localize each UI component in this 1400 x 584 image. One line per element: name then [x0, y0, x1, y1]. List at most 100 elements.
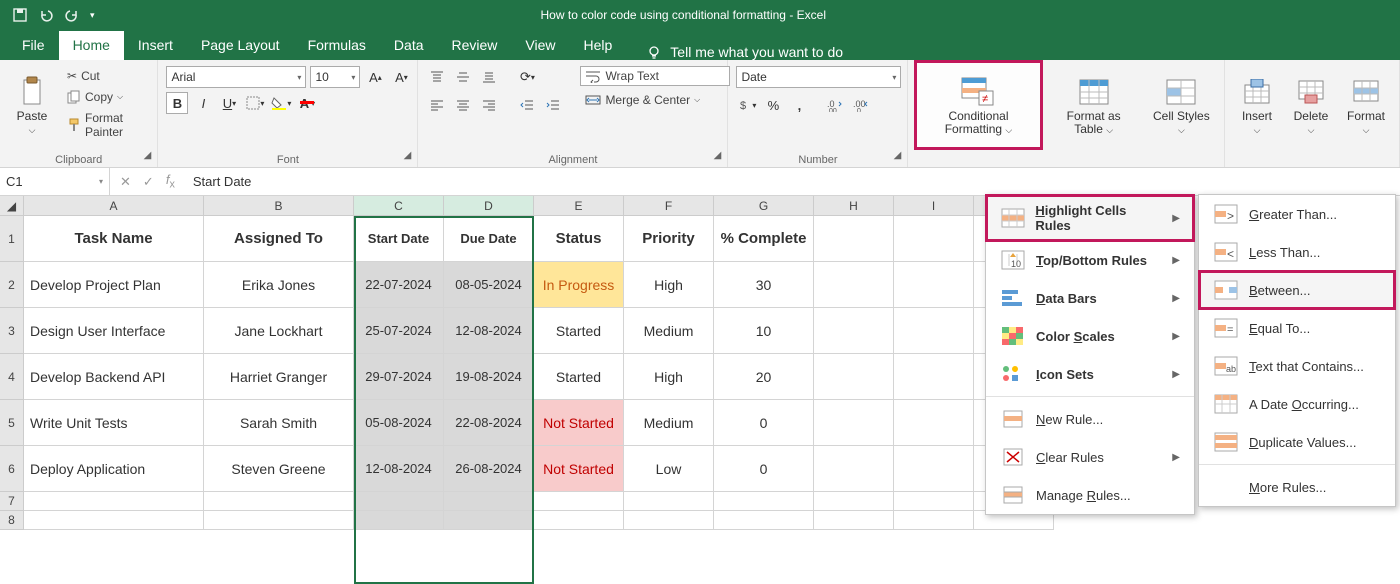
insert-cells-button[interactable]: Insert⌵: [1233, 62, 1281, 148]
menu-greater-than[interactable]: > Greater Than...: [1199, 195, 1395, 233]
cell-F2[interactable]: High: [624, 262, 714, 308]
tab-insert[interactable]: Insert: [124, 31, 187, 60]
tab-view[interactable]: View: [511, 31, 569, 60]
align-top-icon[interactable]: [426, 66, 448, 88]
align-bottom-icon[interactable]: [478, 66, 500, 88]
cell-D3[interactable]: 12-08-2024: [444, 308, 534, 354]
cell-I7[interactable]: [894, 492, 974, 511]
row-header-6[interactable]: 6: [0, 446, 24, 492]
col-header-h[interactable]: H: [814, 196, 894, 216]
cell-C5[interactable]: 05-08-2024: [354, 400, 444, 446]
cell-H5[interactable]: [814, 400, 894, 446]
cell-I4[interactable]: [894, 354, 974, 400]
cell-B8[interactable]: [204, 511, 354, 530]
menu-text-contains[interactable]: ab Text that Contains...: [1199, 347, 1395, 385]
cell-D5[interactable]: 22-08-2024: [444, 400, 534, 446]
cell-A7[interactable]: [24, 492, 204, 511]
align-center-icon[interactable]: [452, 94, 474, 116]
cell-I1[interactable]: [894, 216, 974, 262]
accounting-format-icon[interactable]: $▾: [736, 94, 758, 116]
tell-me[interactable]: Tell me what you want to do: [626, 44, 843, 60]
cell-F7[interactable]: [624, 492, 714, 511]
wrap-text-button[interactable]: Wrap Text: [580, 66, 730, 86]
cell-F4[interactable]: High: [624, 354, 714, 400]
cell-B7[interactable]: [204, 492, 354, 511]
cell-C7[interactable]: [354, 492, 444, 511]
cell-G3[interactable]: 10: [714, 308, 814, 354]
col-header-f[interactable]: F: [624, 196, 714, 216]
cell-F8[interactable]: [624, 511, 714, 530]
cell-A8[interactable]: [24, 511, 204, 530]
menu-more-rules[interactable]: More Rules...: [1199, 468, 1395, 506]
borders-button[interactable]: ▾: [244, 92, 266, 114]
row-header-1[interactable]: 1: [0, 216, 24, 262]
menu-highlight-cells-rules[interactable]: Highlight Cells Rules ▶: [986, 195, 1194, 241]
format-as-table-button[interactable]: Format as Table ⌵: [1047, 62, 1141, 148]
cell-H6[interactable]: [814, 446, 894, 492]
row-header-5[interactable]: 5: [0, 400, 24, 446]
conditional-formatting-button[interactable]: ≠ Conditional Formatting ⌵: [916, 62, 1040, 148]
row-header-2[interactable]: 2: [0, 262, 24, 308]
cell-C8[interactable]: [354, 511, 444, 530]
cell-D4[interactable]: 19-08-2024: [444, 354, 534, 400]
cell-B6[interactable]: Steven Greene: [204, 446, 354, 492]
cell-G8[interactable]: [714, 511, 814, 530]
decrease-decimal-icon[interactable]: .00.0: [850, 94, 872, 116]
tab-file[interactable]: File: [8, 31, 59, 60]
cell-B4[interactable]: Harriet Granger: [204, 354, 354, 400]
row-header-8[interactable]: 8: [0, 511, 24, 530]
cell-I5[interactable]: [894, 400, 974, 446]
tab-home[interactable]: Home: [59, 31, 124, 60]
percent-format-icon[interactable]: %: [762, 94, 784, 116]
cell-D8[interactable]: [444, 511, 534, 530]
cell-G4[interactable]: 20: [714, 354, 814, 400]
merge-center-button[interactable]: Merge & Center ⌵: [580, 90, 730, 110]
cell-I2[interactable]: [894, 262, 974, 308]
col-header-e[interactable]: E: [534, 196, 624, 216]
tab-data[interactable]: Data: [380, 31, 438, 60]
cell-A1[interactable]: Task Name: [24, 216, 204, 262]
menu-color-scales[interactable]: Color Scales ▶: [986, 317, 1194, 355]
col-header-b[interactable]: B: [204, 196, 354, 216]
cell-A5[interactable]: Write Unit Tests: [24, 400, 204, 446]
cell-H3[interactable]: [814, 308, 894, 354]
cell-I6[interactable]: [894, 446, 974, 492]
cell-C4[interactable]: 29-07-2024: [354, 354, 444, 400]
formula-bar[interactable]: Start Date: [185, 174, 1400, 189]
row-header-7[interactable]: 7: [0, 492, 24, 511]
fx-icon[interactable]: fx: [166, 172, 175, 191]
number-dialog-launcher[interactable]: ◢: [890, 150, 904, 164]
font-size-combo[interactable]: 10▾: [310, 66, 360, 88]
cell-E1[interactable]: Status: [534, 216, 624, 262]
redo-icon[interactable]: [64, 7, 80, 23]
cell-B2[interactable]: Erika Jones: [204, 262, 354, 308]
cell-I3[interactable]: [894, 308, 974, 354]
cell-F5[interactable]: Medium: [624, 400, 714, 446]
font-dialog-launcher[interactable]: ◢: [400, 150, 414, 164]
cell-H4[interactable]: [814, 354, 894, 400]
delete-cells-button[interactable]: Delete⌵: [1287, 62, 1335, 148]
menu-clear-rules[interactable]: Clear Rules ▶: [986, 438, 1194, 476]
cell-I8[interactable]: [894, 511, 974, 530]
menu-icon-sets[interactable]: Icon Sets ▶: [986, 355, 1194, 393]
qat-customize-icon[interactable]: ▾: [90, 10, 95, 21]
menu-top-bottom-rules[interactable]: 10 Top/Bottom Rules ▶: [986, 241, 1194, 279]
menu-date-occurring[interactable]: A Date Occurring...: [1199, 385, 1395, 423]
cell-H1[interactable]: [814, 216, 894, 262]
cell-E8[interactable]: [534, 511, 624, 530]
cell-G6[interactable]: 0: [714, 446, 814, 492]
cell-A4[interactable]: Develop Backend API: [24, 354, 204, 400]
cell-F1[interactable]: Priority: [624, 216, 714, 262]
cell-G1[interactable]: % Complete: [714, 216, 814, 262]
font-name-combo[interactable]: Arial▾: [166, 66, 306, 88]
cell-A3[interactable]: Design User Interface: [24, 308, 204, 354]
menu-less-than[interactable]: < Less Than...: [1199, 233, 1395, 271]
align-right-icon[interactable]: [478, 94, 500, 116]
cell-C1[interactable]: Start Date: [354, 216, 444, 262]
menu-data-bars[interactable]: Data Bars ▶: [986, 279, 1194, 317]
align-middle-icon[interactable]: [452, 66, 474, 88]
italic-button[interactable]: I: [192, 92, 214, 114]
alignment-dialog-launcher[interactable]: ◢: [710, 150, 724, 164]
cell-H7[interactable]: [814, 492, 894, 511]
col-header-d[interactable]: D: [444, 196, 534, 216]
